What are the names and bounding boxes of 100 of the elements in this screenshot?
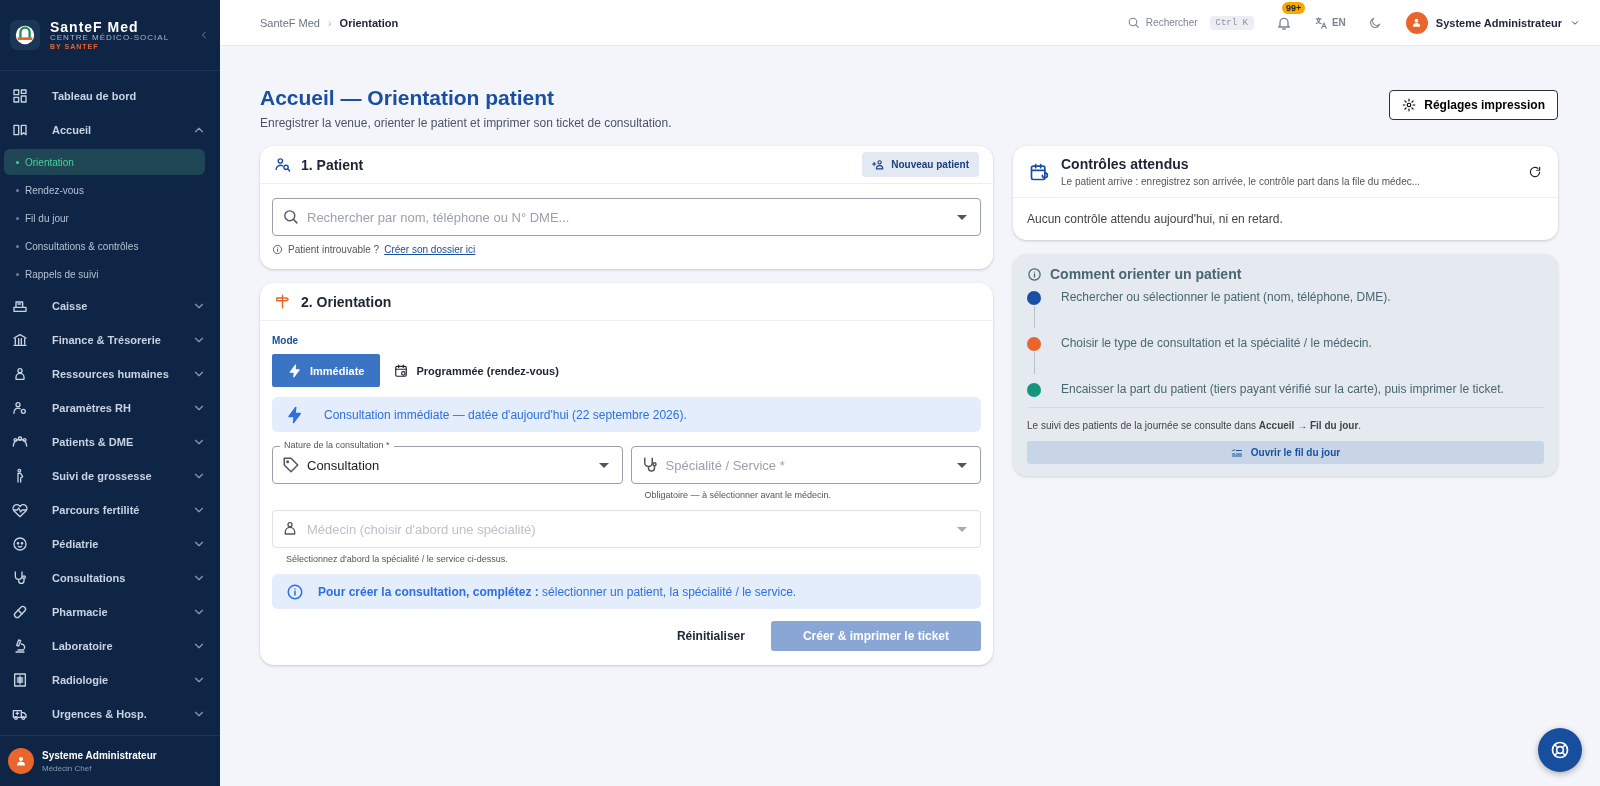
search-icon — [1126, 16, 1140, 29]
card-subtitle: Le patient arrive : enregistrez son arrivée, le contrôle part dans la file du médec... — [1061, 176, 1421, 187]
page-title: Accueil — Orientation patient — [260, 86, 556, 110]
caret-icon — [957, 215, 967, 220]
sidebar-item[interactable]: Parcours fertilité — [0, 493, 220, 527]
sidebar-item[interactable]: Paramètres RH — [0, 391, 220, 425]
person-search-icon — [274, 156, 291, 173]
print-settings-button[interactable]: Réglages impression — [1389, 90, 1558, 120]
person-add-icon — [872, 158, 886, 171]
brand-subtitle: CENTRE MÉDICO-SOCIAL — [50, 34, 171, 43]
breadcrumb-link[interactable]: SanteF Med — [260, 16, 320, 29]
sidebar-item[interactable]: Laboratoire — [0, 629, 220, 663]
info-banner: Consultation immédiate — datée d'aujourd'hui (22 septembre 2026). — [272, 397, 981, 432]
new-patient-button[interactable]: Nouveau patient — [862, 152, 979, 177]
sidebar-item[interactable]: Radiologie — [0, 663, 220, 697]
card-title: 1. Patient — [301, 156, 364, 173]
avatar-icon — [1405, 11, 1428, 34]
moon-icon — [1367, 15, 1382, 30]
sidebar-item[interactable]: Consultations — [0, 561, 220, 595]
grid-icon — [12, 88, 28, 104]
search-button[interactable]: Rechercher Ctrl K — [1126, 15, 1254, 30]
sidebar-subitem[interactable]: Rendez-vous — [4, 177, 205, 203]
sidebar-item[interactable]: Pharmacie — [0, 595, 220, 629]
user-role: Médecin Chef — [42, 763, 93, 773]
breadcrumb-separator: › — [327, 16, 332, 29]
avatar-icon — [8, 748, 34, 774]
signpost-icon — [274, 293, 291, 310]
info-icon — [272, 244, 283, 255]
notification-badge: 99+ — [1281, 1, 1306, 14]
notice-text: Pour créer la consultation, complétez : sélectionner un patient, la spécialité / le service. — [318, 584, 797, 599]
book-icon — [12, 122, 28, 138]
step-text: Rechercher ou sélectionner le patient (nom, téléphone, DME). — [1061, 290, 1391, 304]
sidebar-subitem[interactable]: Rappels de suivi — [4, 261, 205, 287]
caret-icon — [598, 463, 609, 468]
hint-text: Patient introuvable ? — [288, 244, 380, 255]
open-daily-feed-button[interactable]: Ouvrir le fil du jour — [1027, 441, 1544, 464]
speciality-select[interactable]: Spécialité / Service * — [630, 446, 981, 484]
baby-face-icon — [12, 536, 28, 552]
stethoscope-icon — [12, 570, 28, 586]
mode-tab[interactable]: Immédiate — [272, 354, 381, 387]
sidebar-item[interactable]: Pédiatrie — [0, 527, 220, 561]
sidebar-item[interactable]: Caisse — [0, 289, 220, 323]
refresh-button[interactable] — [1528, 164, 1542, 179]
tag-icon — [282, 456, 300, 474]
sidebar-subitem[interactable]: Consultations & contrôles — [4, 233, 205, 259]
helper-text: Obligatoire — à sélectionner avant le médecin. — [644, 490, 833, 500]
user-name: Systeme Administrateur — [42, 749, 157, 761]
sidebar-item[interactable]: Patients & DME — [0, 425, 220, 459]
brand-name: SanteF Med — [50, 19, 139, 35]
step-text: Encaisser la part du patient (tiers payant vérifié sur la carte), puis imprimer le ticket. — [1061, 382, 1504, 396]
sidebar-subitem[interactable]: Orientation — [4, 149, 205, 175]
calendar-refresh-icon — [1029, 161, 1049, 182]
step-text: Choisir le type de consultation et la spécialité / le médecin. — [1061, 336, 1372, 350]
sidebar-item[interactable]: Accueil — [0, 113, 220, 147]
info-icon — [286, 582, 304, 601]
empty-state-text: Aucun contrôle attendu aujourd'hui, ni en retard. — [1026, 211, 1284, 228]
reset-button[interactable]: Réinitialiser — [670, 628, 751, 644]
refresh-icon — [1528, 164, 1542, 179]
info-icon — [1027, 266, 1042, 282]
logo-icon — [10, 20, 40, 50]
helper-text: Sélectionnez d'abord la spécialité / le service ci-dessus. — [286, 554, 509, 564]
sidebar-item[interactable]: Finance & Trésorerie — [0, 323, 220, 357]
checklist-icon — [1230, 446, 1243, 459]
person-gear-icon — [12, 400, 28, 416]
user-menu[interactable]: Systeme Administrateur — [1405, 11, 1580, 34]
guide-title: Comment orienter un patient — [1050, 266, 1242, 282]
microscope-icon — [12, 638, 28, 654]
sidebar-subitem[interactable]: Fil du jour — [4, 205, 205, 231]
help-button[interactable] — [1538, 728, 1582, 772]
patient-search-field[interactable]: Rechercher par nom, téléphone ou N° DME... — [272, 198, 981, 236]
lightning-icon — [286, 405, 304, 424]
register-icon — [12, 298, 28, 314]
breadcrumb-current: Orientation — [339, 16, 399, 29]
doctor-icon — [282, 520, 298, 536]
search-icon — [282, 208, 299, 225]
field-label: Mode — [272, 335, 300, 346]
sidebar-item[interactable]: Tableau de bord — [0, 79, 220, 113]
caret-icon — [957, 463, 967, 468]
caret-icon — [957, 527, 967, 532]
lifebuoy-icon — [1550, 740, 1570, 760]
pill-icon — [12, 604, 28, 620]
card-title: Contrôles attendus — [1061, 156, 1190, 172]
mode-tab[interactable]: Programmée (rendez-vous) — [380, 354, 573, 387]
page-subtitle: Enregistrer la venue, orienter le patient et imprimer son ticket de consultation. — [260, 116, 672, 130]
card-title: 2. Orientation — [301, 293, 392, 310]
heartbeat-icon — [12, 502, 28, 518]
language-button[interactable]: EN — [1313, 15, 1346, 30]
sidebar-item[interactable]: Urgences & Hosp. — [0, 697, 220, 731]
guide-note: Le suivi des patients de la journée se consulte dans Accueil → Fil du jour. — [1027, 407, 1544, 431]
create-record-link[interactable]: Créer son dossier ici — [384, 244, 476, 255]
x-ray-icon — [12, 672, 28, 688]
sidebar-item[interactable]: Suivi de grossesse — [0, 459, 220, 493]
translate-icon — [1313, 15, 1328, 30]
bank-icon — [12, 332, 28, 348]
sidebar-item[interactable]: Ressources humaines — [0, 357, 220, 391]
floating-label: Nature de la consultation * — [280, 440, 394, 451]
dark-mode-button[interactable] — [1367, 15, 1382, 30]
group-icon — [12, 434, 28, 450]
lightning-icon — [288, 363, 302, 378]
calendar-clock-icon — [394, 363, 409, 378]
